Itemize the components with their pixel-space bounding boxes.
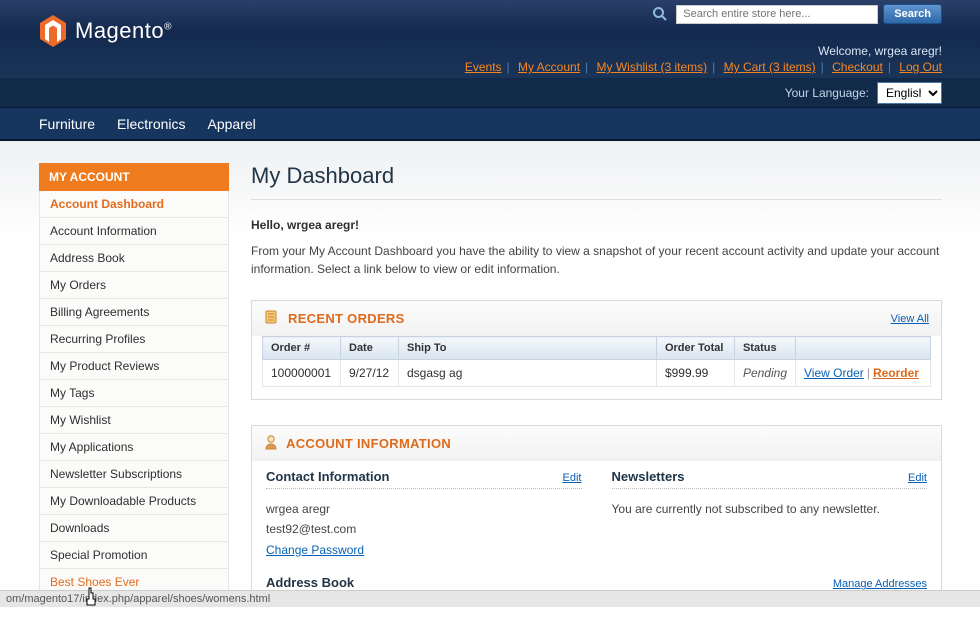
- cell-actions: View Order|Reorder: [796, 360, 931, 387]
- th-actions: [796, 337, 931, 360]
- nav-furniture[interactable]: Furniture: [39, 116, 95, 132]
- newsletter-title: Newsletters: [612, 469, 685, 484]
- orders-icon: [264, 309, 280, 328]
- sidebar-item-special-promo[interactable]: Special Promotion: [40, 542, 228, 569]
- contact-name: wrgea aregr: [266, 499, 582, 519]
- sidebar-title: MY ACCOUNT: [39, 163, 229, 191]
- hello-text: Hello, wrgea aregr!: [251, 218, 942, 232]
- link-events[interactable]: Events: [465, 60, 502, 74]
- link-logout[interactable]: Log Out: [899, 60, 942, 74]
- sidebar-item-downloadable[interactable]: My Downloadable Products: [40, 488, 228, 515]
- orders-table: Order # Date Ship To Order Total Status …: [262, 336, 931, 387]
- sidebar-item-address-book[interactable]: Address Book: [40, 245, 228, 272]
- sidebar-item-my-orders[interactable]: My Orders: [40, 272, 228, 299]
- header-top: Magento® Search Welcome, wrgea aregr! Ev…: [0, 0, 980, 78]
- sidebar-item-recurring[interactable]: Recurring Profiles: [40, 326, 228, 353]
- nav-apparel[interactable]: Apparel: [208, 116, 256, 132]
- nav-bar: Furniture Electronics Apparel: [0, 108, 980, 140]
- link-my-wishlist[interactable]: My Wishlist (3 items): [597, 60, 708, 74]
- header: Magento® Search Welcome, wrgea aregr! Ev…: [0, 0, 980, 141]
- sidebar-item-newsletter[interactable]: Newsletter Subscriptions: [40, 461, 228, 488]
- nav-electronics[interactable]: Electronics: [117, 116, 185, 132]
- search-area: Search: [649, 3, 942, 25]
- sidebar-item-wishlist[interactable]: My Wishlist: [40, 407, 228, 434]
- th-order-no: Order #: [263, 337, 341, 360]
- th-ship-to: Ship To: [399, 337, 657, 360]
- sidebar-item-billing[interactable]: Billing Agreements: [40, 299, 228, 326]
- newsletter-col: Newsletters Edit You are currently not s…: [612, 469, 928, 560]
- header-links: Events| My Account| My Wishlist (3 items…: [465, 60, 942, 74]
- manage-addresses-link[interactable]: Manage Addresses: [833, 578, 927, 590]
- sidebar-item-dashboard[interactable]: Account Dashboard: [40, 191, 228, 218]
- th-date: Date: [341, 337, 399, 360]
- brand-text: Magento®: [75, 18, 172, 44]
- cell-ship-to: dsgasg ag: [399, 360, 657, 387]
- cell-order-no: 100000001: [263, 360, 341, 387]
- account-info-header: ACCOUNT INFORMATION: [252, 426, 941, 461]
- view-all-link[interactable]: View All: [891, 313, 929, 325]
- status-bar: om/magento17/index.php/apparel/shoes/wom…: [0, 590, 980, 607]
- sidebar-body: Account Dashboard Account Information Ad…: [39, 191, 229, 596]
- language-label: Your Language:: [785, 86, 869, 100]
- th-status: Status: [734, 337, 795, 360]
- search-input[interactable]: [676, 5, 878, 24]
- sidebar-item-reviews[interactable]: My Product Reviews: [40, 353, 228, 380]
- account-info-cols: Contact Information Edit wrgea aregr tes…: [252, 461, 941, 575]
- sidebar: MY ACCOUNT Account Dashboard Account Inf…: [39, 163, 229, 622]
- main: My Dashboard Hello, wrgea aregr! From yo…: [251, 163, 942, 622]
- account-info-title: ACCOUNT INFORMATION: [286, 436, 451, 451]
- magento-logo-icon: [39, 15, 67, 47]
- cell-status: Pending: [734, 360, 795, 387]
- table-row: 100000001 9/27/12 dsgasg ag $999.99 Pend…: [263, 360, 931, 387]
- link-my-account[interactable]: My Account: [518, 60, 580, 74]
- cell-date: 9/27/12: [341, 360, 399, 387]
- view-order-link[interactable]: View Order: [804, 366, 864, 380]
- contact-edit-link[interactable]: Edit: [563, 472, 582, 484]
- contact-col: Contact Information Edit wrgea aregr tes…: [266, 469, 582, 560]
- sidebar-item-account-info[interactable]: Account Information: [40, 218, 228, 245]
- recent-orders-header: RECENT ORDERS View All: [252, 301, 941, 336]
- reorder-link[interactable]: Reorder: [873, 366, 919, 380]
- language-row: Your Language: English: [0, 78, 980, 108]
- recent-orders-title: RECENT ORDERS: [288, 311, 405, 326]
- sidebar-item-downloads[interactable]: Downloads: [40, 515, 228, 542]
- contact-email: test92@test.com: [266, 519, 582, 539]
- th-total: Order Total: [656, 337, 734, 360]
- contact-title: Contact Information: [266, 469, 390, 484]
- logo[interactable]: Magento®: [39, 15, 172, 47]
- search-button[interactable]: Search: [883, 4, 942, 24]
- sidebar-item-tags[interactable]: My Tags: [40, 380, 228, 407]
- link-my-cart[interactable]: My Cart (3 items): [724, 60, 816, 74]
- address-title: Address Book: [266, 575, 354, 590]
- sidebar-item-applications[interactable]: My Applications: [40, 434, 228, 461]
- account-info-box: ACCOUNT INFORMATION Contact Information …: [251, 425, 942, 597]
- cell-total: $999.99: [656, 360, 734, 387]
- user-icon: [264, 434, 278, 453]
- welcome-text: Welcome, wrgea aregr!: [818, 44, 942, 58]
- recent-orders-box: RECENT ORDERS View All Order # Date Ship…: [251, 300, 942, 400]
- intro-text: From your My Account Dashboard you have …: [251, 242, 942, 278]
- newsletter-text: You are currently not subscribed to any …: [612, 499, 928, 519]
- change-password-link[interactable]: Change Password: [266, 543, 364, 557]
- search-icon: [649, 3, 671, 25]
- page-title: My Dashboard: [251, 163, 942, 200]
- content: MY ACCOUNT Account Dashboard Account Inf…: [0, 141, 980, 622]
- link-checkout[interactable]: Checkout: [832, 60, 883, 74]
- table-header-row: Order # Date Ship To Order Total Status: [263, 337, 931, 360]
- newsletter-edit-link[interactable]: Edit: [908, 472, 927, 484]
- language-select[interactable]: English: [877, 82, 942, 104]
